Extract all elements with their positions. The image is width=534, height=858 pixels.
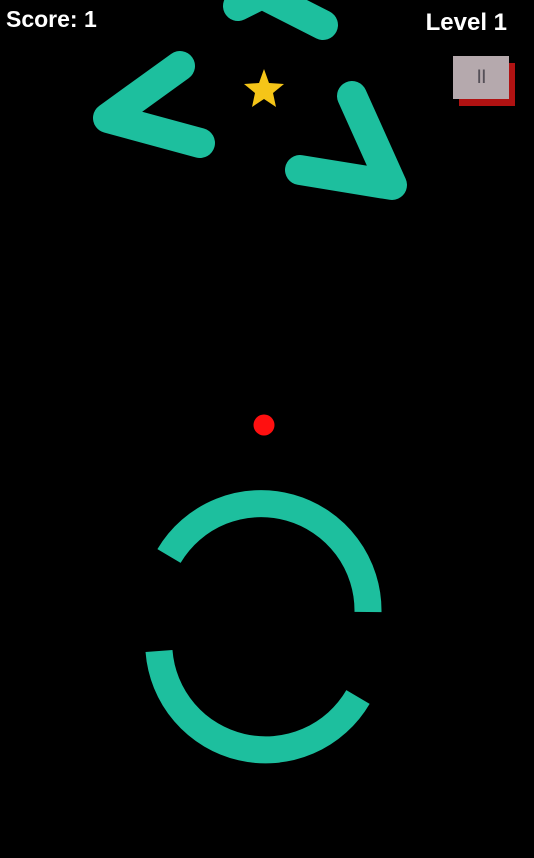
pause-button[interactable]: II (453, 56, 516, 107)
play-field (93, 0, 407, 764)
triangle-arm-top (223, 0, 338, 40)
triangle-arm-right (285, 81, 407, 200)
score-label: Score: 1 (6, 6, 97, 32)
triangle-arm-left (93, 51, 215, 158)
ring-obstacle (145, 490, 382, 764)
triangle-obstacle (93, 0, 407, 200)
player-ball[interactable] (253, 414, 275, 436)
ring-segment-upper (157, 490, 382, 613)
pause-icon[interactable]: II (453, 56, 509, 99)
game-canvas[interactable]: Score: 1 Level 1 II (0, 0, 534, 858)
ring-segment-lower (145, 649, 370, 764)
level-label: Level 1 (425, 9, 507, 36)
star-icon (244, 69, 284, 107)
